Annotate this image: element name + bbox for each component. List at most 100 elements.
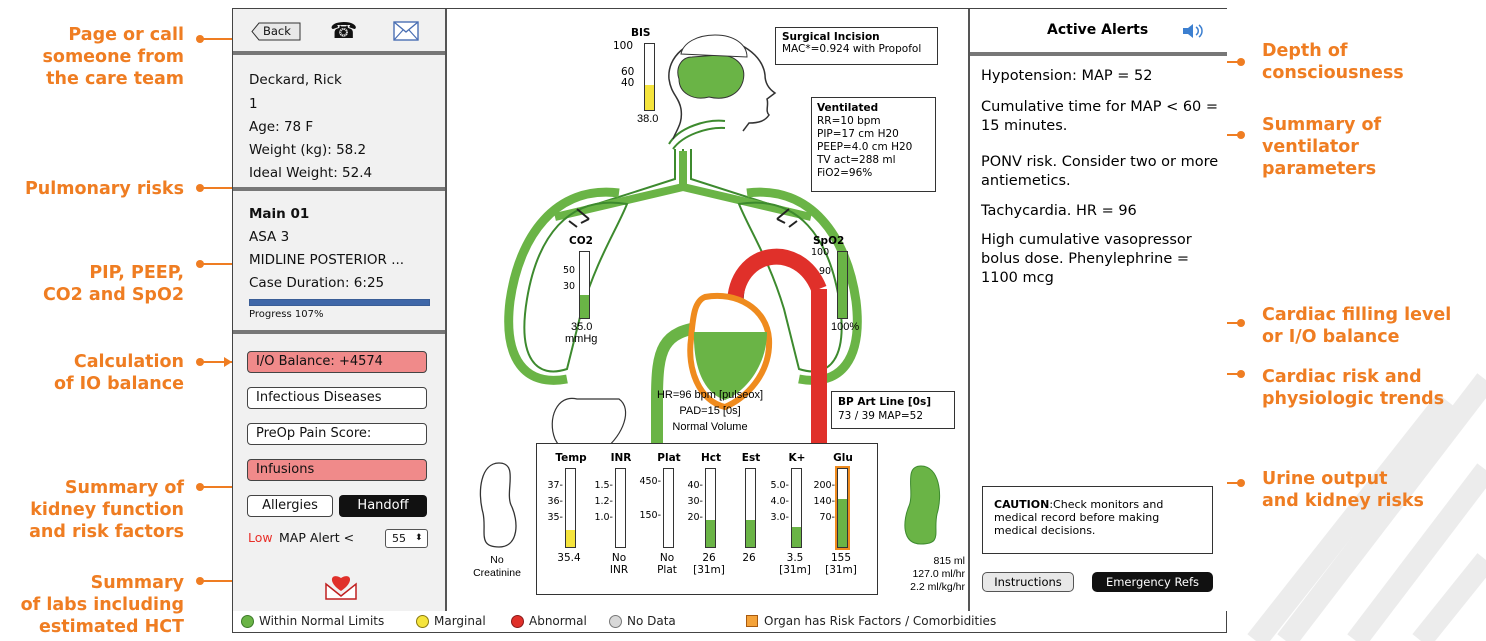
- instructions-button[interactable]: Instructions: [982, 572, 1074, 592]
- lab-value-5: 3.5: [786, 552, 804, 564]
- infusions-button[interactable]: Infusions: [247, 459, 427, 481]
- case-room: Main 01: [249, 206, 310, 222]
- lab-value-6: 155: [830, 552, 852, 564]
- legend-risk-square: [746, 615, 758, 627]
- spo2-tick-100: 100: [811, 247, 830, 258]
- map-alert-value: 55: [392, 532, 406, 545]
- lab-name-0: Temp: [555, 452, 587, 464]
- urine-rate: 127.0 ml/hr: [912, 568, 965, 580]
- lab-tick-3-2: 20-: [687, 512, 703, 523]
- map-alert-select[interactable]: 55 ⬍: [385, 529, 428, 548]
- legend-abnormal-dot: [511, 615, 524, 628]
- patient-name: Deckard, Rick: [249, 72, 342, 88]
- lab-name-4: Est: [741, 452, 761, 464]
- back-button[interactable]: Back: [251, 22, 301, 41]
- legend-abnormal-label: Abnormal: [529, 614, 587, 628]
- infectious-diseases-button[interactable]: Infectious Diseases: [247, 387, 427, 409]
- heart-info: HR=96 bpm [pulseox] PAD=15 [0s] Normal V…: [635, 387, 785, 435]
- patient-weight: Weight (kg): 58.2: [249, 142, 367, 158]
- kidney-no: No: [490, 554, 504, 566]
- lab-gauge-4: [745, 468, 756, 548]
- spo2-tick-90: 90: [819, 266, 832, 277]
- preop-pain-button[interactable]: PreOp Pain Score:: [247, 423, 427, 445]
- patient-ideal-weight: Ideal Weight: 52.4: [249, 165, 373, 181]
- kidney-creatinine-label: Creatinine: [473, 567, 521, 579]
- lab-gauge-5: [791, 468, 802, 548]
- lab-gauge-fill-0: [566, 530, 575, 547]
- legend-nodata-dot: [609, 615, 622, 628]
- patient-sidebar: Back ☎ Deckard, Rick 1 Age: 78 F Weight …: [233, 9, 447, 611]
- labs-panel: Temp 37- 36- 35- 35.4 INR 1.5- 1.2- 1.0- No INR Pla…: [536, 443, 878, 595]
- caution-box: CAUTION:Check monitors and medical recor…: [982, 486, 1213, 554]
- mail-icon[interactable]: [393, 21, 419, 45]
- lab-value-3: 26: [702, 552, 716, 564]
- co2-gauge: [579, 251, 590, 319]
- lab-sub-6: [31m]: [825, 564, 857, 576]
- lab-tick-0-2: 35-: [547, 512, 563, 523]
- spo2-label: SpO2: [813, 235, 845, 247]
- lab-tick-2-1: 150-: [639, 510, 661, 521]
- labs-gauges: Temp 37- 36- 35- 35.4 INR 1.5- 1.2- 1.0- No INR Pla…: [537, 444, 877, 594]
- bp-title: BP Art Line [0s]: [838, 396, 932, 408]
- surgical-incision-box: Surgical Incision MAC*=0.924 with Propof…: [775, 27, 938, 65]
- lab-name-6: Glu: [833, 452, 853, 464]
- lab-tick-1-2: 1.0-: [594, 512, 613, 523]
- handoff-button[interactable]: Handoff: [339, 495, 427, 517]
- body-diagram: BIS 100 60 40 38.0 Surgical Incision MAC…: [447, 9, 968, 611]
- co2-tick-50: 50: [563, 265, 576, 276]
- bis-value: 38.0: [637, 113, 659, 125]
- lab-gauge-1: [615, 468, 626, 548]
- lab-sub-1: INR: [609, 564, 629, 576]
- phone-icon[interactable]: ☎: [330, 21, 357, 43]
- lab-tick-0-0: 37-: [547, 480, 563, 491]
- spo2-gauge: [837, 251, 848, 319]
- ventilation-fio2: FiO2=96%: [817, 167, 873, 179]
- urine-volume: 815 ml: [933, 555, 965, 567]
- co2-tick-30: 30: [563, 281, 576, 292]
- lab-tick-5-2: 3.0-: [770, 512, 789, 523]
- divider: [970, 52, 1227, 56]
- lab-tick-6-1: 140-: [813, 496, 835, 507]
- lab-name-3: Hct: [700, 452, 722, 464]
- surgical-mac: MAC*=0.924 with Propofol: [782, 43, 922, 55]
- lab-tick-3-1: 30-: [687, 496, 703, 507]
- case-procedure: MIDLINE POSTERIOR ...: [249, 252, 405, 268]
- lab-sub-2: Plat: [657, 564, 677, 576]
- bis-gauge-fill: [645, 85, 654, 110]
- alert-ponv: PONV risk. Consider two or more antiemet…: [981, 154, 1219, 189]
- bis-label: BIS: [631, 27, 651, 39]
- io-balance-button[interactable]: I/O Balance: +4574: [247, 351, 427, 373]
- lab-gauge-2: [663, 468, 674, 548]
- divider: [233, 187, 445, 191]
- lab-tick-0-1: 36-: [547, 496, 563, 507]
- lab-name-2: Plat: [657, 452, 681, 464]
- map-alert-label: MAP Alert <: [279, 530, 355, 545]
- right-kidney-icon: [904, 465, 941, 545]
- co2-label: CO2: [569, 235, 593, 247]
- bis-tick-40: 40: [621, 77, 635, 89]
- alert-map-time: Cumulative time for MAP < 60 = 15 minute…: [981, 99, 1219, 134]
- lab-name-5: K+: [788, 452, 806, 464]
- bis-tick-100: 100: [613, 40, 634, 52]
- heart-hr: HR=96 bpm [pulseox]: [656, 389, 764, 401]
- lab-gauge-fill-5: [792, 527, 801, 547]
- case-progress-fill: [250, 300, 429, 305]
- alert-tachycardia: Tachycardia. HR = 96: [981, 203, 1137, 219]
- lab-tick-6-0: 200-: [813, 480, 835, 491]
- caution-label: CAUTION: [994, 498, 1050, 511]
- urine-rate-kg: 2.2 ml/kg/hr: [910, 581, 965, 593]
- lab-gauge-fill-3: [706, 520, 715, 547]
- speaker-icon[interactable]: [1181, 22, 1209, 44]
- ventilation-pip: PIP=17 cm H20: [817, 128, 899, 140]
- lab-gauge-6: [835, 466, 850, 550]
- emergency-refs-button[interactable]: Emergency Refs: [1092, 572, 1213, 592]
- heart-pad: PAD=15 [0s]: [679, 405, 741, 417]
- heart-mail-icon[interactable]: [323, 570, 359, 604]
- lab-sub-3: [31m]: [693, 564, 725, 576]
- alerts-title: Active Alerts: [1047, 22, 1149, 38]
- map-alert-low: Low: [248, 530, 273, 545]
- bp-box: BP Art Line [0s] 73 / 39 MAP=52: [831, 391, 955, 429]
- kidney-creatinine: No Creatinine: [457, 554, 537, 580]
- spo2-gauge-fill: [838, 252, 847, 318]
- allergies-button[interactable]: Allergies: [247, 495, 333, 517]
